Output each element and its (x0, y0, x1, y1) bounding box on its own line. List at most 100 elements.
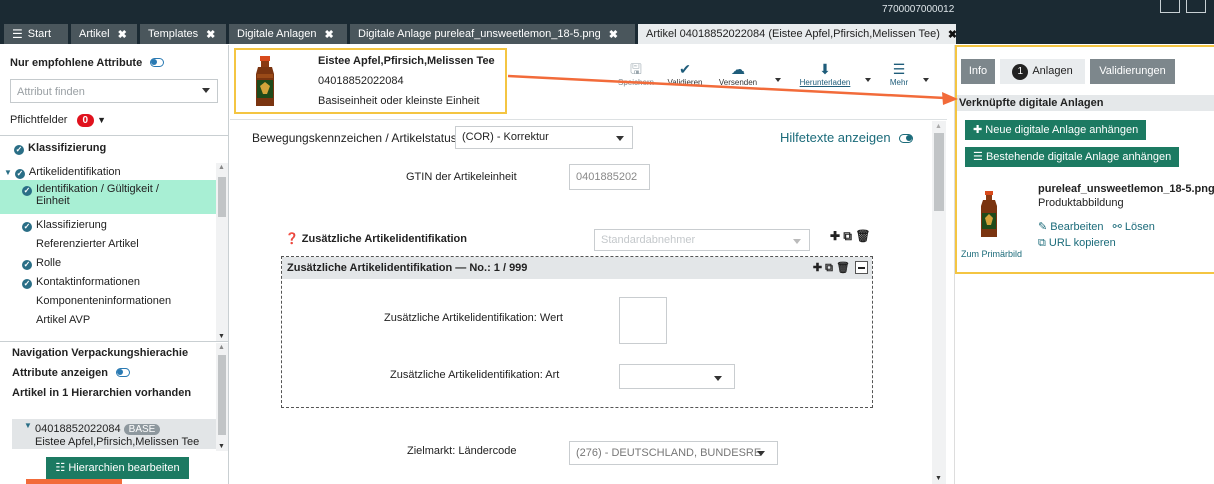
addl-id-select[interactable]: Standardabnehmer (594, 229, 810, 251)
scroll-down-icon[interactable]: ▼ (218, 443, 225, 450)
tree-item-label: Identifikation / Gültigkeit / (36, 183, 159, 195)
trash-icon[interactable]: 🗑 (855, 229, 870, 243)
tab-bar: ☰ Start Artikel ✖ Templates ✖ Digitale A… (0, 22, 1214, 44)
copy-icon: ⧉ (1038, 237, 1046, 249)
existing-asset-button[interactable]: ☰ Bestehende digitale Anlage anhängen (965, 147, 1180, 167)
scroll-down-icon[interactable]: ▼ (935, 475, 942, 482)
type-select[interactable] (619, 364, 735, 389)
asset-thumbnail[interactable] (973, 191, 1005, 239)
tab-artikel-detail[interactable]: Artikel 04018852022084 (Eistee Apfel,Pfi… (638, 24, 957, 44)
scroll-up-icon[interactable]: ▲ (935, 123, 942, 130)
existing-asset-label: Bestehende digitale Anlage anhängen (985, 151, 1172, 163)
add-icon[interactable]: ✚ (813, 262, 822, 274)
help-circle-icon[interactable]: ❓ (285, 233, 299, 245)
close-icon[interactable]: ✖ (609, 28, 618, 41)
close-icon[interactable]: ✖ (206, 28, 215, 41)
more-button[interactable]: ☰ Mehr (881, 61, 917, 87)
copy-icon[interactable]: ⧉ (843, 229, 852, 243)
tab-attachments-label: Anlagen (1032, 65, 1073, 77)
attribute-search-select[interactable]: Attribut finden (10, 79, 218, 103)
tree-item-kontaktinformationen[interactable]: ✓ Kontaktinformationen (0, 273, 216, 291)
top-window-button[interactable] (1160, 0, 1180, 13)
tab-digitale-anlage[interactable]: Digitale Anlage pureleaf_unsweetlemon_18… (350, 24, 635, 44)
required-count-badge[interactable]: 0 (76, 114, 95, 127)
addl-id-actions: ✚ ⧉ 🗑 (830, 229, 871, 244)
attachments-count-badge: 1 (1012, 64, 1029, 80)
help-text-label: Hilfetexte anzeigen (780, 130, 891, 145)
tree-item-komponenteninformationen[interactable]: Komponenteninformationen (0, 292, 216, 310)
recommended-toggle[interactable] (150, 58, 165, 67)
scroll-up-icon[interactable]: ▲ (218, 164, 225, 171)
send-button[interactable]: ☁ Versenden (714, 61, 762, 87)
validate-label: Validieren (667, 78, 703, 87)
chevron-down-icon (202, 88, 210, 93)
hierarchy-count: Artikel in 1 Hierarchien vorhanden (12, 387, 192, 399)
new-asset-button[interactable]: ✚ Neue digitale Anlage anhängen (965, 120, 1147, 140)
tab-start[interactable]: ☰ Start (4, 24, 68, 44)
scroll-down-icon[interactable]: ▼ (218, 333, 225, 340)
section-title: Zusätzliche Artikelidentifikation — No.:… (287, 262, 528, 274)
add-icon[interactable]: ✚ (830, 229, 840, 243)
product-gtin: 04018852022084 (318, 75, 404, 87)
tree-scrollbar[interactable]: ▲ ▼ (216, 163, 228, 341)
checkmark-icon: ✔ (679, 61, 691, 77)
collapse-icon[interactable] (855, 261, 868, 274)
chevron-down-icon[interactable]: ▼ (97, 115, 106, 125)
edit-hierarchies-button[interactable]: ☷ Hierarchien bearbeiten (46, 457, 189, 479)
hierarchy-scrollbar-thumb[interactable] (218, 355, 226, 435)
copy-url-link[interactable]: ⧉ URL kopieren (1038, 237, 1116, 250)
addl-id-section-header: Zusätzliche Artikelidentifikation — No.:… (282, 257, 872, 279)
product-thumbnail[interactable] (245, 56, 285, 108)
detach-link[interactable]: ⚯ Lösen (1113, 221, 1155, 233)
copy-icon[interactable]: ⧉ (825, 262, 833, 274)
trash-icon[interactable]: 🗑 (836, 262, 850, 274)
status-select[interactable]: (COR) - Korrektur (455, 126, 633, 149)
value-input[interactable] (619, 297, 667, 344)
edit-link[interactable]: ✎ Bearbeiten (1038, 221, 1104, 233)
more-dropdown-caret[interactable] (923, 78, 929, 82)
market-select[interactable]: (276) - DEUTSCHLAND, BUNDESRE (569, 441, 778, 465)
close-icon[interactable]: ✖ (948, 28, 957, 41)
tree-item-artikelidentifikation[interactable]: ▼ ✓ Artikelidentifikation (0, 163, 216, 181)
set-primary-link[interactable]: Zum Primärbild (961, 249, 1022, 259)
tab-artikel[interactable]: Artikel ✖ (71, 24, 137, 44)
tree-item-klassifizierung[interactable]: ✓ Klassifizierung (0, 139, 216, 157)
gtin-input[interactable]: 0401885202 (569, 164, 650, 190)
tab-templates[interactable]: Templates ✖ (140, 24, 226, 44)
validate-button[interactable]: ✔ Validieren (663, 61, 707, 87)
check-circle-icon: ✓ (22, 260, 32, 270)
show-attrs-toggle[interactable] (116, 368, 131, 377)
caret-down-icon[interactable]: ▼ (4, 168, 12, 177)
close-icon[interactable]: ✖ (325, 28, 334, 41)
main-scrollbar[interactable]: ▲ ▼ (932, 121, 946, 484)
menu-icon: ☰ (892, 61, 906, 77)
tree-scrollbar-thumb[interactable] (218, 177, 226, 217)
tab-validations[interactable]: Validierungen (1090, 59, 1175, 84)
scroll-up-icon[interactable]: ▲ (218, 344, 225, 351)
tree-item-rolle[interactable]: ✓ Rolle (0, 254, 216, 272)
close-icon[interactable]: ✖ (118, 28, 127, 41)
help-text-toggle-row[interactable]: Hilfetexte anzeigen (780, 130, 914, 145)
download-dropdown-caret[interactable] (865, 78, 871, 82)
top-window-button[interactable] (1186, 0, 1206, 13)
help-text-toggle[interactable] (899, 134, 914, 143)
hierarchy-item[interactable]: ▼ 04018852022084 BASE Eistee Apfel,Pfirsi… (12, 419, 216, 449)
caret-down-icon[interactable]: ▼ (24, 421, 32, 430)
asset-file-name[interactable]: pureleaf_unsweetlemon_18-5.png (1038, 183, 1214, 195)
hierarchy-scrollbar[interactable]: ▲ ▼ (216, 343, 228, 451)
tab-info[interactable]: Info (961, 59, 995, 84)
tree-item-identifikation[interactable]: ✓ Identifikation / Gültigkeit / Einheit (0, 180, 216, 214)
check-circle-icon: ✓ (22, 279, 32, 289)
download-button[interactable]: ⬇ Herunterladen (788, 61, 862, 87)
tab-digitale-anlagen[interactable]: Digitale Anlagen ✖ (229, 24, 347, 44)
main-scrollbar-thumb[interactable] (934, 133, 944, 211)
tab-attachments[interactable]: 1 Anlagen (1000, 59, 1085, 84)
recommended-label: Nur empfohlene Attribute (10, 57, 143, 69)
tree-item-klassifizierung-sub[interactable]: ✓ Klassifizierung (0, 216, 216, 234)
download-label: Herunterladen (799, 78, 851, 87)
tree-item-label: Referenzierter Artikel (36, 238, 139, 250)
tree-item-referenzierter-artikel[interactable]: Referenzierter Artikel (0, 235, 216, 253)
tree-item-artikel-avp[interactable]: Artikel AVP (0, 311, 216, 329)
save-button[interactable]: 🖫 Speichern (614, 61, 658, 87)
send-dropdown-caret[interactable] (775, 78, 781, 82)
